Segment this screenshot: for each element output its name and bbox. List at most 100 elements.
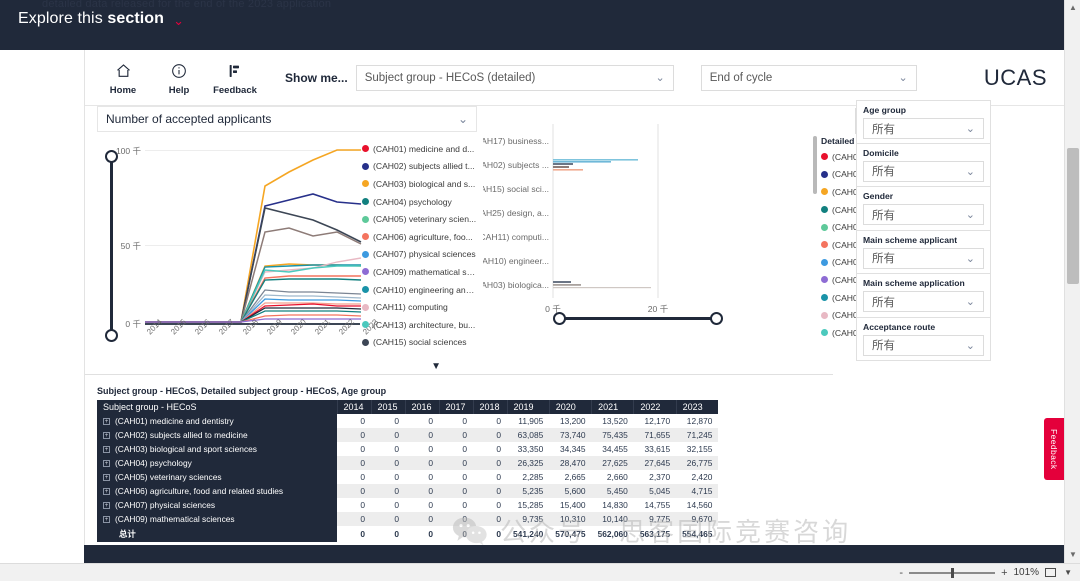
expand-icon[interactable]: + [103, 460, 110, 467]
slider-handle-left[interactable] [553, 312, 566, 325]
table-cell: 5,450 [591, 484, 634, 498]
table-cell: 34,345 [549, 442, 592, 456]
legend-item[interactable]: (CAH10) engineering and... [362, 281, 477, 299]
expand-icon[interactable]: + [103, 418, 110, 425]
zoom-out-button[interactable]: ‑ [899, 567, 903, 579]
table-cell: 2,285 [507, 470, 550, 484]
table-cell: 9,775 [633, 512, 677, 526]
feedback-button[interactable]: Feedback [209, 60, 261, 96]
legend-item[interactable]: (CAH06) agriculture, foo... [362, 228, 477, 246]
table-year-header: 2020 [548, 400, 592, 414]
line-chart-measure-select[interactable]: Number of accepted applicants ⌄ [97, 106, 477, 132]
chevron-down-icon[interactable]: ▼ [1064, 568, 1072, 577]
cycle-select[interactable]: End of cycle ⌄ [700, 64, 917, 91]
explore-section-control[interactable]: Explore this section ⌄ [18, 10, 184, 28]
table-row[interactable]: + (CAH02) subjects allied to medicine 0 0 0 0… [97, 428, 719, 442]
scroll-down-icon[interactable]: ▼ [1068, 550, 1078, 560]
table-cell: 28,470 [549, 456, 592, 470]
slider-handle-right[interactable] [710, 312, 723, 325]
legend-item[interactable]: (CAH04) psychology [362, 193, 477, 211]
zoom-slider[interactable] [909, 567, 996, 578]
table-cell: 0 [337, 428, 371, 442]
table-row[interactable]: + (CAH09) mathematical sciences 0 0 0 0 0 9,735… [97, 512, 719, 526]
bar-cat-5: (CAH10) engineer... [483, 256, 549, 266]
table-cell: 0 [439, 470, 473, 484]
legend-swatch [821, 329, 828, 337]
legend-label: (CAH07) physical sciences [373, 249, 476, 260]
zoom-slider-thumb[interactable] [951, 567, 955, 578]
show-me-select[interactable]: Subject group - HECoS (detailed) ⌄ [355, 64, 674, 91]
table-cell: 27,625 [591, 456, 634, 470]
table-row[interactable]: + (CAH07) physical sciences 0 0 0 0 0 15,285 15,… [97, 498, 719, 512]
filter-select[interactable]: 所有 ⌄ [863, 118, 984, 139]
zoom-in-button[interactable]: + [1001, 567, 1007, 579]
table-cell: 12,870 [676, 414, 719, 428]
feedback-side-tab[interactable]: Feedback [1044, 418, 1064, 480]
filter-select[interactable]: 所有 ⌄ [863, 247, 984, 269]
expand-icon[interactable]: + [103, 446, 110, 453]
row-label-text: (CAH01) medicine and dentistry [115, 416, 234, 426]
home-button[interactable]: Home [97, 60, 149, 96]
scrollbar-thumb[interactable] [1067, 148, 1079, 284]
table-cell: 0 [439, 414, 473, 428]
table-row[interactable]: + (CAH03) biological and sport sciences 0 0… [97, 442, 719, 456]
table-row[interactable]: + (CAH01) medicine and dentistry 0 0 0 0 0 11,9… [97, 414, 719, 428]
expand-icon[interactable]: + [103, 488, 110, 495]
table-row-label: + (CAH09) mathematical sciences [97, 512, 337, 526]
filter-select[interactable]: 所有 ⌄ [863, 291, 984, 312]
page-body: Home Help Feedback Show me... Subject gr… [0, 50, 1065, 563]
table-year-header: 2023 [675, 400, 719, 414]
expand-icon[interactable]: + [103, 502, 110, 509]
table-caption: Subject group - HECoS, Detailed subject … [97, 386, 387, 396]
table-cell: 63,085 [507, 428, 550, 442]
filter-select[interactable]: 所有 ⌄ [863, 204, 984, 225]
table-body: + (CAH01) medicine and dentistry 0 0 0 0 0 11,9… [97, 414, 719, 542]
legend-item[interactable]: (CAH13) architecture, bu... [362, 316, 477, 334]
dashboard-toolbar: Home Help Feedback Show me... Subject gr… [85, 50, 1065, 106]
legend-item[interactable]: (CAH15) social sciences [362, 334, 477, 352]
filter-select[interactable]: 所有 ⌄ [863, 334, 984, 356]
legend-item[interactable]: (CAH02) subjects allied t... [362, 158, 477, 176]
legend-item[interactable]: (CAH01) medicine and d... [362, 140, 477, 158]
filter-select[interactable]: 所有 ⌄ [863, 160, 984, 182]
total-label: 总计 [97, 526, 337, 542]
table-cell: 0 [371, 456, 405, 470]
table-cell: 0 [439, 428, 473, 442]
table-cell: 0 [405, 442, 439, 456]
table-cell: 0 [405, 484, 439, 498]
help-button[interactable]: Help [153, 60, 205, 96]
slider-handle-bottom[interactable] [105, 329, 118, 342]
table-row[interactable]: + (CAH04) psychology 0 0 0 0 0 26,325 28,470 27,6… [97, 456, 719, 470]
scroll-up-icon[interactable]: ▲ [1068, 3, 1078, 13]
table-cell: 10,140 [591, 512, 634, 526]
legend-swatch [821, 223, 828, 231]
expand-icon[interactable]: + [103, 432, 110, 439]
legend-scrollbar-thumb[interactable] [813, 136, 817, 194]
chevron-down-icon[interactable]: ⌄ [173, 14, 184, 27]
legend-item[interactable]: (CAH07) physical sciences [362, 246, 477, 264]
table-cell: 0 [439, 484, 473, 498]
fit-to-window-icon[interactable] [1045, 568, 1057, 577]
table-row-label: + (CAH05) veterinary sciences [97, 470, 337, 484]
expand-icon[interactable]: + [103, 516, 110, 523]
expand-icon[interactable]: + [103, 474, 110, 481]
x-axis-range-slider[interactable] [553, 312, 723, 326]
x-axis-ticks: 2014 2015 2016 2017 2018 2019 2020 2021 … [145, 317, 380, 366]
filter-label: Main scheme application [863, 278, 965, 288]
table-row[interactable]: + (CAH06) agriculture, food and related s… [97, 484, 719, 498]
legend-item[interactable]: (CAH05) veterinary scien... [362, 210, 477, 228]
table-cell: 0 [337, 442, 371, 456]
filter-value: 所有 [872, 209, 895, 222]
page-scrollbar[interactable]: ▲ ▼ [1064, 0, 1080, 563]
legend-item[interactable]: (CAH11) computing [362, 298, 477, 316]
table-cell: 0 [337, 498, 371, 512]
cycle-value: End of cycle [709, 71, 773, 84]
legend-swatch [821, 188, 828, 196]
legend-label: (CAH03) biological and s... [373, 178, 476, 189]
table-row[interactable]: + (CAH05) veterinary sciences 0 0 0 0 0 2,285 2,… [97, 470, 719, 484]
y-tick-100k: 100 千 [115, 146, 141, 156]
legend-item[interactable]: (CAH03) biological and s... [362, 175, 477, 193]
legend-more-icon[interactable]: ▼ [431, 361, 441, 372]
legend-item[interactable]: (CAH09) mathematical sc... [362, 263, 477, 281]
table-year-header: 2017 [438, 400, 473, 414]
